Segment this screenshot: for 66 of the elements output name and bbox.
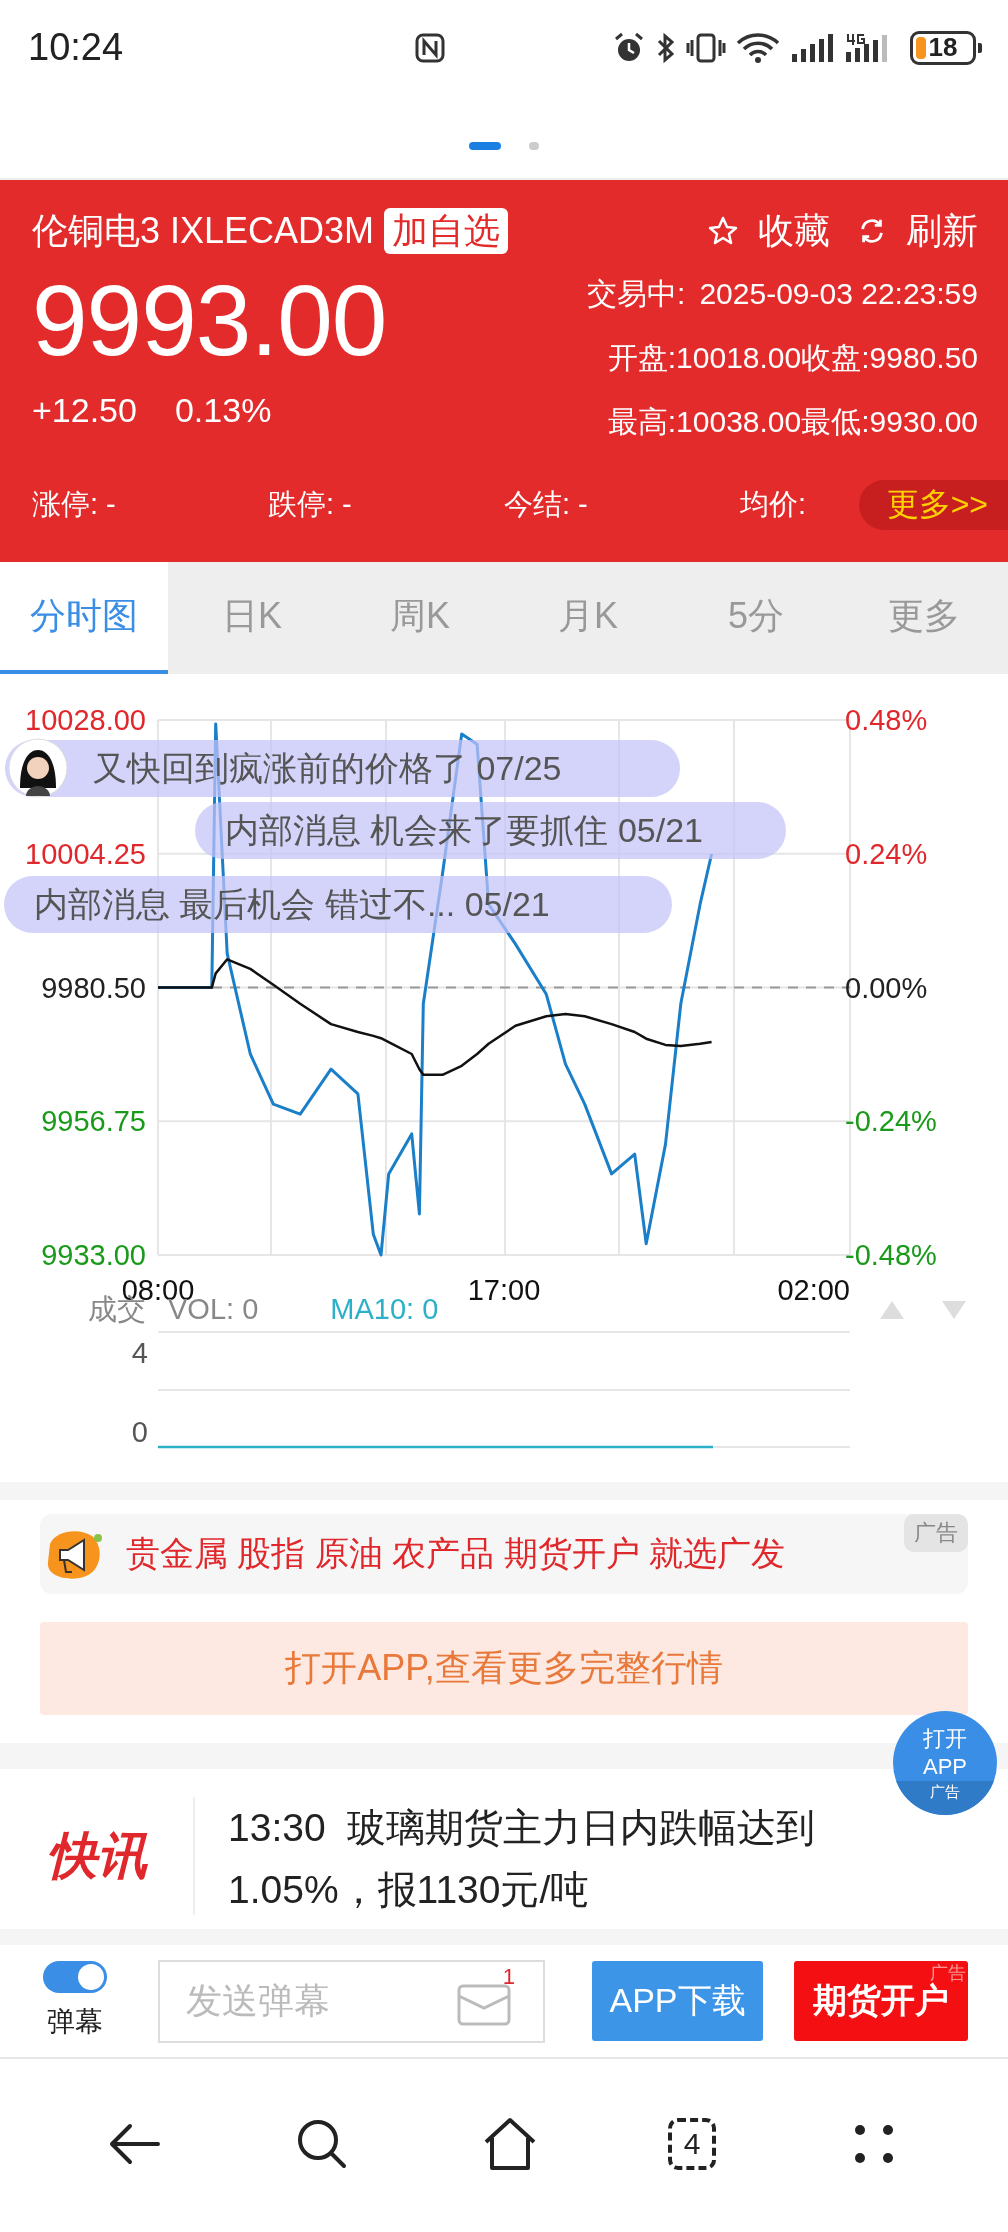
limit-stat: 涨停: - xyxy=(32,487,117,522)
axis-label: 4 xyxy=(131,1336,148,1370)
chart-tab[interactable]: 月K xyxy=(504,562,672,674)
tab-count-button[interactable]: 4 xyxy=(668,2118,716,2170)
time-label: 17:00 xyxy=(467,1273,541,1307)
chart-tab[interactable]: 周K xyxy=(336,562,504,674)
limit-stat: 均价: xyxy=(740,487,808,522)
more-button[interactable]: 更多>> xyxy=(858,480,1008,530)
axis-label: 10028.00 xyxy=(25,703,146,737)
chart-tab[interactable]: 日K xyxy=(168,562,336,674)
trading-status: 交易中: xyxy=(587,275,686,312)
danmaku-field[interactable]: 发送弹幕 1 xyxy=(158,1959,545,2043)
ad-text: 贵金属 股指 原油 农产品 期货开户 就选广发 xyxy=(126,1533,786,1574)
time-label: 02:00 xyxy=(777,1273,850,1307)
scroll-down-icon xyxy=(942,1301,966,1319)
refresh-button[interactable]: 刷新 xyxy=(858,206,978,256)
nfc-icon xyxy=(415,32,446,63)
axis-label: 0.00% xyxy=(845,970,928,1005)
price-stat: 最低:9930.00 xyxy=(801,403,978,440)
star-icon xyxy=(708,216,738,246)
limit-stat: 跌停: - xyxy=(268,487,353,522)
price-change: +12.50 xyxy=(32,390,137,430)
wifi-icon xyxy=(736,31,780,64)
price-stat: 开盘:10018.00 xyxy=(607,339,802,376)
quote-time: 2025-09-03 22:23:59 xyxy=(699,277,978,311)
scroll-up-icon xyxy=(880,1301,904,1319)
axis-label: 0.24% xyxy=(845,836,928,871)
price-stat: 收盘:9980.50 xyxy=(801,339,978,376)
bluetooth-icon xyxy=(656,31,676,64)
percent-change: 0.13% xyxy=(174,390,272,430)
comment-bubble: 内部消息 机会来了要抓住 05/21 xyxy=(195,802,786,859)
vibrate-icon xyxy=(686,31,726,64)
chart-tab[interactable]: 5分 xyxy=(672,562,840,674)
quote-name: 伦铜电3 IXLECAD3M xyxy=(32,208,375,253)
last-price: 9993.00 xyxy=(32,263,387,378)
ad-banner[interactable]: 贵金属 股指 原油 农产品 期货开户 就选广发 广告 xyxy=(40,1514,968,1594)
comment-bubble: 内部消息 最后机会 错过不... 05/21 xyxy=(4,876,672,933)
axis-label: 0 xyxy=(131,1415,148,1449)
axis-label: 9980.50 xyxy=(41,970,146,1005)
danmaku-toggle[interactable] xyxy=(43,1961,107,1993)
limit-stat: 今结: - xyxy=(504,487,589,522)
add-watchlist-button[interactable]: 加自选 xyxy=(384,208,509,254)
message-count: 1 xyxy=(502,1964,515,1990)
chart-tab[interactable]: 更多 xyxy=(840,562,1008,674)
axis-label: 0.48% xyxy=(845,703,928,737)
avatar-icon xyxy=(8,738,68,798)
favorite-button[interactable]: 收藏 xyxy=(708,206,830,256)
open-app-float-button[interactable]: 打开 APP 广告 xyxy=(893,1711,997,1815)
axis-label: 9933.00 xyxy=(41,1238,146,1272)
signal-icon xyxy=(790,31,834,64)
news-logo: 快讯 xyxy=(0,1797,195,1915)
refresh-icon xyxy=(858,217,886,245)
danmaku-label: 弹幕 xyxy=(47,2005,103,2039)
download-app-button[interactable]: APP下载 xyxy=(592,1961,763,2041)
axis-label: -0.48% xyxy=(845,1238,937,1272)
chart-tab[interactable]: 分时图 xyxy=(0,562,168,674)
danmaku-input[interactable]: 发送弹幕 xyxy=(184,1979,428,2023)
axis-label: -0.24% xyxy=(845,1104,937,1139)
status-time: 10:24 xyxy=(28,26,124,69)
axis-label: 10004.25 xyxy=(25,836,146,871)
comment-bubble: 又快回到疯涨前的价格了 07/25 xyxy=(5,740,680,797)
ma-value: MA10: 0 xyxy=(330,1292,439,1326)
open-app-button[interactable]: 打开APP,查看更多完整行情 xyxy=(40,1622,968,1715)
axis-label: 9956.75 xyxy=(41,1104,146,1139)
ad-tag: 广告 xyxy=(904,1514,968,1552)
price-stat: 最高:10038.00 xyxy=(607,403,802,440)
